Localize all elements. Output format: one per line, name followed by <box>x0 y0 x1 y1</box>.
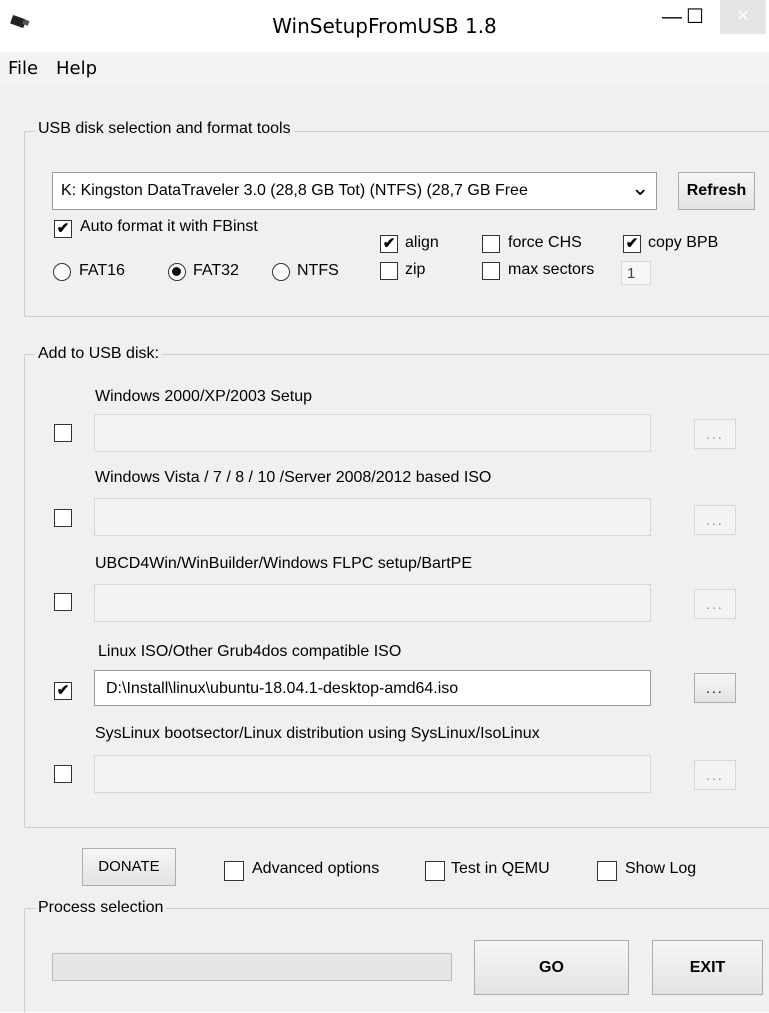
syslinux-path[interactable] <box>94 755 651 793</box>
process-selection-group-label: Process selection <box>35 899 167 917</box>
linux-iso-browse-button[interactable]: ... <box>694 673 736 703</box>
copy-bpb-checkbox[interactable]: ✔ <box>623 235 641 253</box>
windows-xp-setup-path[interactable] <box>94 414 651 452</box>
ntfs-label: NTFS <box>297 262 339 279</box>
show-log-label: Show Log <box>625 860 697 877</box>
fat32-label: FAT32 <box>193 262 239 279</box>
windows-vista-iso-path[interactable] <box>94 498 651 536</box>
windows-xp-browse-button[interactable]: ... <box>694 419 736 449</box>
force-chs-label: force CHS <box>508 234 582 251</box>
fat16-radio[interactable] <box>53 263 71 281</box>
go-button[interactable]: GO <box>474 940 629 995</box>
show-log-checkbox[interactable] <box>597 861 617 881</box>
usb-disk-value: K: Kingston DataTraveler 3.0 (28,8 GB To… <box>61 182 528 199</box>
fat32-radio[interactable] <box>168 263 186 281</box>
max-sectors-label: max sectors <box>508 261 595 278</box>
align-checkbox[interactable]: ✔ <box>380 235 398 253</box>
max-sectors-value: 1 <box>627 265 636 282</box>
close-button[interactable]: ✕ <box>720 0 766 34</box>
max-sectors-checkbox[interactable] <box>482 262 500 280</box>
test-qemu-label: Test in QEMU <box>451 860 550 877</box>
windows-vista-iso-label: Windows Vista / 7 / 8 / 10 /Server 2008/… <box>95 469 492 486</box>
chevron-down-icon: ⌄ <box>631 175 650 200</box>
usb-disk-dropdown[interactable]: K: Kingston DataTraveler 3.0 (28,8 GB To… <box>52 172 657 210</box>
advanced-options-checkbox[interactable] <box>224 861 244 881</box>
exit-button[interactable]: EXIT <box>652 940 763 995</box>
syslinux-checkbox[interactable] <box>54 765 72 783</box>
zip-label: zip <box>405 261 426 278</box>
ubcd4win-browse-button[interactable]: ... <box>694 589 736 619</box>
auto-format-label: Auto format it with FBinst <box>80 218 258 235</box>
windows-xp-setup-label: Windows 2000/XP/2003 Setup <box>95 388 313 405</box>
advanced-options-label: Advanced options <box>252 860 380 877</box>
force-chs-checkbox[interactable] <box>482 235 500 253</box>
ubcd4win-path[interactable] <box>94 584 651 622</box>
ubcd4win-label: UBCD4Win/WinBuilder/Windows FLPC setup/B… <box>95 555 473 572</box>
progress-bar <box>52 953 452 981</box>
windows-xp-setup-checkbox[interactable] <box>54 424 72 442</box>
fat16-label: FAT16 <box>79 262 125 279</box>
test-qemu-checkbox[interactable] <box>425 861 445 881</box>
linux-iso-label: Linux ISO/Other Grub4dos compatible ISO <box>98 643 402 660</box>
menu-help[interactable]: Help <box>56 58 97 79</box>
add-to-usb-group-label: Add to USB disk: <box>35 345 162 363</box>
linux-iso-path[interactable]: D:\Install\linux\ubuntu-18.04.1-desktop-… <box>94 670 651 706</box>
syslinux-label: SysLinux bootsector/Linux distribution u… <box>95 725 540 742</box>
usb-selection-group-label: USB disk selection and format tools <box>35 120 294 138</box>
maximize-button[interactable]: ☐ <box>680 2 710 32</box>
donate-button[interactable]: DONATE <box>82 848 176 886</box>
auto-format-checkbox[interactable]: ✔ <box>54 220 72 238</box>
linux-iso-path-value: D:\Install\linux\ubuntu-18.04.1-desktop-… <box>106 680 459 697</box>
title-bar: WinSetupFromUSB 1.8 — ☐ ✕ <box>0 0 769 50</box>
menu-bar: File Help <box>0 52 769 87</box>
refresh-button[interactable]: Refresh <box>678 172 755 210</box>
linux-iso-checkbox[interactable]: ✔ <box>54 682 72 700</box>
fat32-radio-dot <box>172 267 181 276</box>
copy-bpb-label: copy BPB <box>648 234 719 251</box>
zip-checkbox[interactable] <box>380 262 398 280</box>
syslinux-browse-button[interactable]: ... <box>694 760 736 790</box>
align-label: align <box>405 234 439 251</box>
windows-vista-browse-button[interactable]: ... <box>694 505 736 535</box>
ubcd4win-checkbox[interactable] <box>54 593 72 611</box>
max-sectors-input[interactable]: 1 <box>621 261 651 285</box>
menu-file[interactable]: File <box>8 58 38 79</box>
ntfs-radio[interactable] <box>272 263 290 281</box>
windows-vista-iso-checkbox[interactable] <box>54 509 72 527</box>
